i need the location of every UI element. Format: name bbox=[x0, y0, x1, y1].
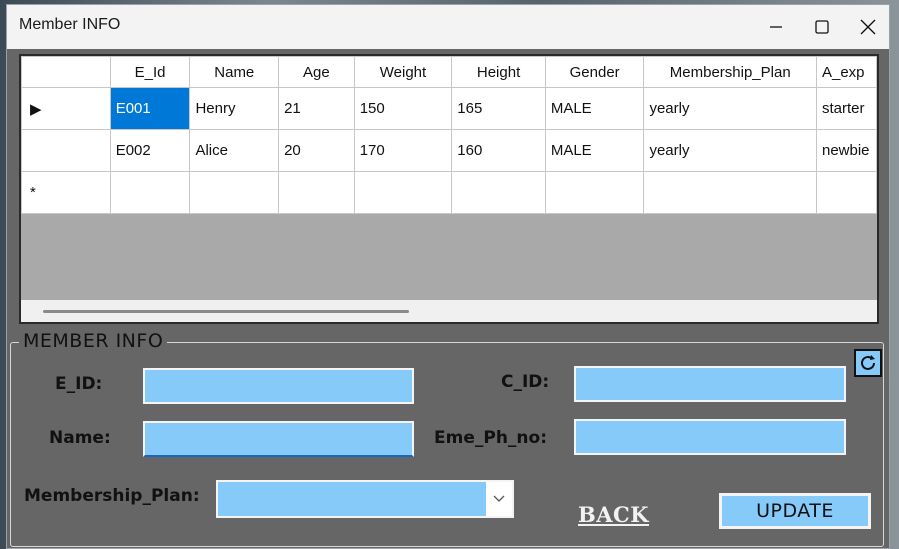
grid-cell[interactable]: Alice bbox=[189, 129, 280, 172]
new-row-indicator[interactable]: * bbox=[21, 171, 111, 214]
grid-cell[interactable] bbox=[643, 171, 817, 214]
column-header-age[interactable]: Age bbox=[278, 56, 355, 88]
c-id-label: C_ID: bbox=[501, 372, 550, 392]
table-row[interactable]: E002 Alice 20 170 160 MALE yearly newbie bbox=[21, 129, 877, 172]
row-indicator-current[interactable]: ▶ bbox=[21, 87, 111, 130]
column-header-membership-plan[interactable]: Membership_Plan bbox=[643, 56, 817, 88]
window-client-area: E_Id Name Age Weight Height Gender Membe… bbox=[7, 49, 889, 548]
dropdown-arrow-button[interactable] bbox=[486, 482, 512, 516]
grid-cell[interactable]: 170 bbox=[353, 129, 453, 172]
grid-cell[interactable]: 165 bbox=[451, 87, 546, 130]
column-header-e-id[interactable]: E_Id bbox=[109, 56, 191, 88]
members-data-grid[interactable]: E_Id Name Age Weight Height Gender Membe… bbox=[19, 54, 879, 324]
column-header-weight[interactable]: Weight bbox=[353, 56, 453, 88]
group-title: MEMBER INFO bbox=[19, 330, 168, 352]
c-id-field[interactable] bbox=[574, 366, 846, 402]
close-icon bbox=[860, 19, 876, 35]
grid-cell[interactable] bbox=[451, 171, 546, 214]
close-button[interactable] bbox=[845, 5, 889, 49]
column-header-a-exp[interactable]: A_exp bbox=[815, 56, 877, 88]
eme-ph-no-label: Eme_Ph_no: bbox=[434, 428, 547, 448]
refresh-icon bbox=[861, 355, 875, 370]
grid-cell[interactable] bbox=[109, 171, 191, 214]
e-id-label: E_ID: bbox=[55, 374, 103, 394]
grid-cell[interactable]: starter bbox=[815, 87, 877, 130]
grid-cell[interactable] bbox=[353, 171, 453, 214]
grid-corner-header[interactable] bbox=[21, 56, 111, 88]
title-bar[interactable]: Member INFO bbox=[7, 5, 889, 49]
grid-cell[interactable] bbox=[544, 171, 645, 214]
name-label: Name: bbox=[49, 428, 111, 448]
window-title: Member INFO bbox=[19, 16, 121, 33]
new-row[interactable]: * bbox=[21, 171, 877, 214]
update-button[interactable]: UPDATE bbox=[719, 493, 871, 529]
table-row[interactable]: ▶ E001 Henry 21 150 165 MALE yearly star… bbox=[21, 87, 877, 130]
grid-cell[interactable]: yearly bbox=[643, 129, 817, 172]
column-header-name[interactable]: Name bbox=[189, 56, 280, 88]
grid-cell[interactable]: yearly bbox=[643, 87, 817, 130]
grid-cell[interactable]: MALE bbox=[544, 87, 645, 130]
e-id-field[interactable] bbox=[143, 368, 414, 404]
column-header-height[interactable]: Height bbox=[451, 56, 546, 88]
membership-plan-label: Membership_Plan: bbox=[24, 486, 200, 506]
grid-cell[interactable]: 21 bbox=[278, 87, 355, 130]
row-header[interactable] bbox=[21, 129, 111, 172]
grid-cell[interactable]: 20 bbox=[278, 129, 355, 172]
name-field[interactable] bbox=[143, 421, 414, 457]
horizontal-scrollbar[interactable] bbox=[21, 300, 877, 322]
grid-cell[interactable]: 150 bbox=[353, 87, 453, 130]
grid-cell[interactable]: E001 bbox=[109, 87, 191, 130]
chevron-down-icon bbox=[493, 495, 505, 502]
grid-cell[interactable]: E002 bbox=[109, 129, 191, 172]
maximize-button[interactable] bbox=[799, 5, 845, 49]
maximize-icon bbox=[815, 20, 829, 34]
refresh-button[interactable] bbox=[854, 349, 882, 377]
minimize-button[interactable] bbox=[753, 5, 799, 49]
minimize-icon bbox=[770, 26, 782, 28]
members-table: E_Id Name Age Weight Height Gender Membe… bbox=[21, 56, 877, 214]
scrollbar-thumb[interactable] bbox=[43, 310, 409, 313]
grid-cell[interactable] bbox=[189, 171, 280, 214]
grid-cell[interactable]: MALE bbox=[544, 129, 645, 172]
back-link[interactable]: BACK bbox=[578, 502, 649, 527]
grid-cell[interactable] bbox=[815, 171, 877, 214]
grid-cell[interactable]: Henry bbox=[189, 87, 280, 130]
eme-ph-no-field[interactable] bbox=[574, 419, 846, 455]
grid-cell[interactable]: 160 bbox=[451, 129, 546, 172]
grid-header-row: E_Id Name Age Weight Height Gender Membe… bbox=[21, 56, 877, 88]
membership-plan-dropdown[interactable] bbox=[216, 480, 514, 518]
grid-cell[interactable] bbox=[278, 171, 355, 214]
grid-cell[interactable]: newbie bbox=[815, 129, 877, 172]
column-header-gender[interactable]: Gender bbox=[544, 56, 645, 88]
member-info-window: Member INFO E_Id Name Age Weight Height … bbox=[6, 4, 890, 549]
